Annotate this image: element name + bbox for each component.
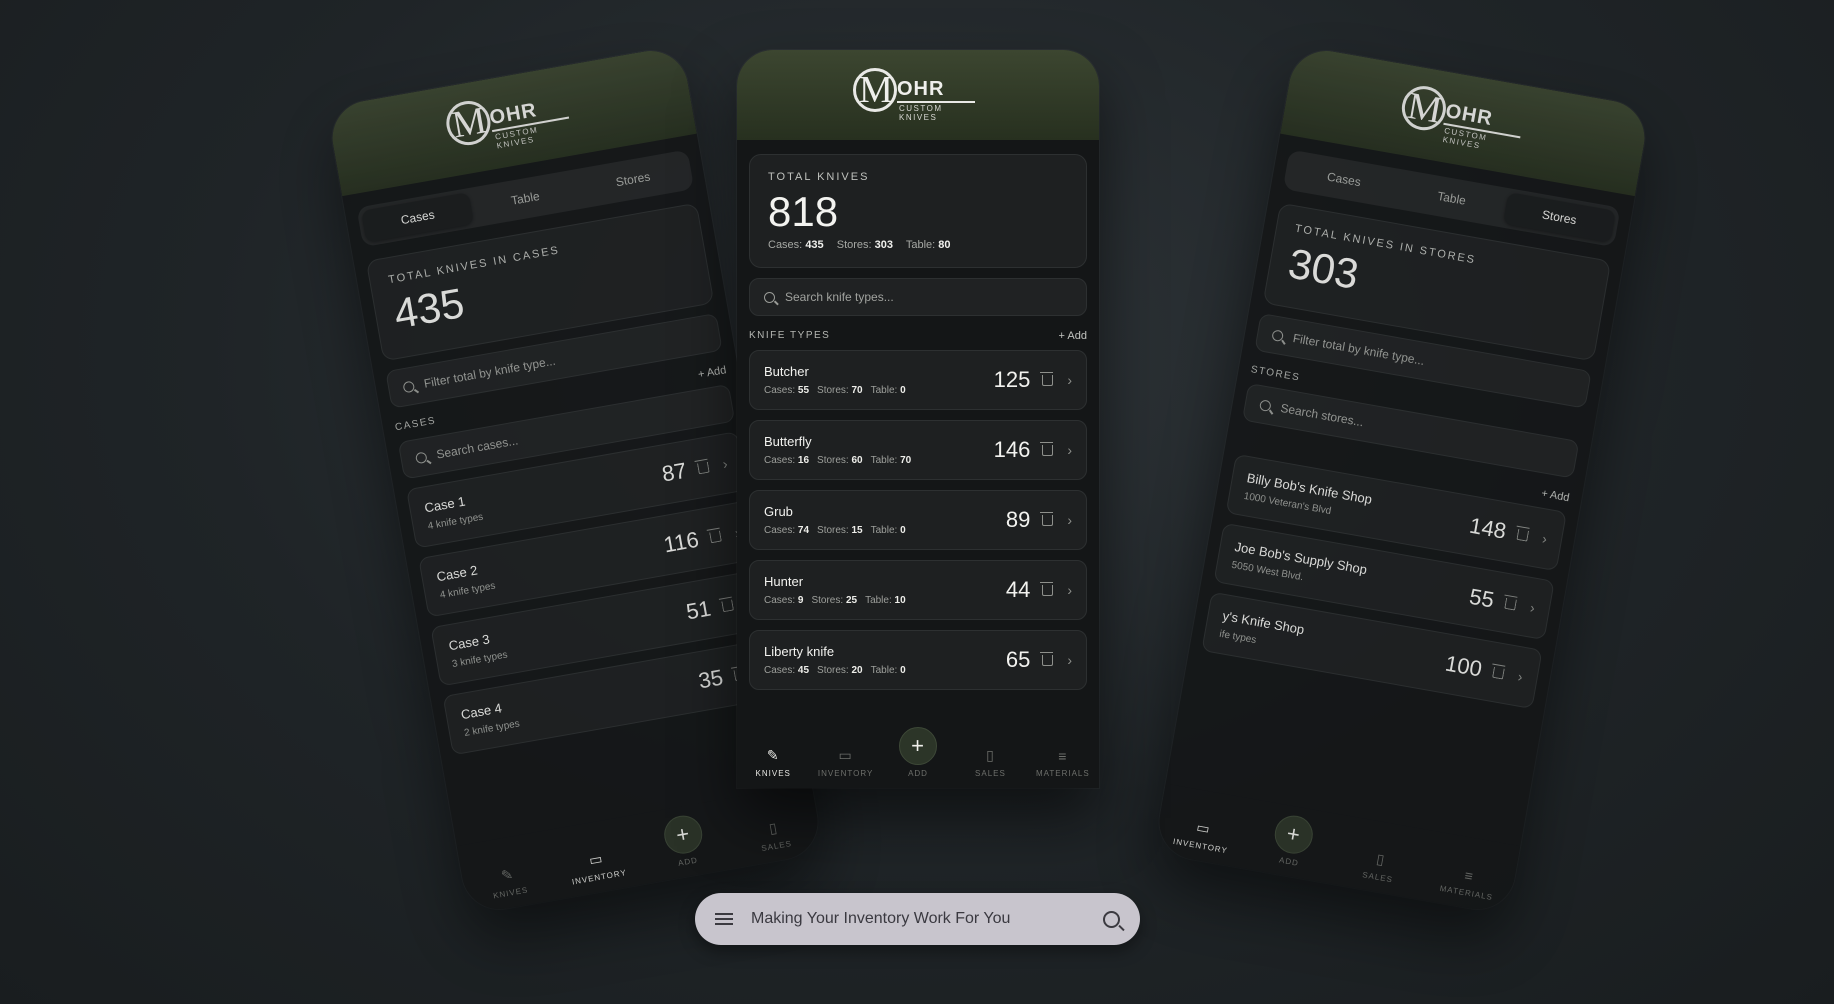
add-fab[interactable]: + [899, 727, 938, 765]
layers-icon: ≡ [1463, 867, 1476, 885]
add-button[interactable]: + Add [697, 364, 727, 381]
tab-table[interactable]: Table [469, 173, 582, 223]
chevron-right-icon[interactable]: › [1067, 652, 1072, 668]
total-breakdown: Cases: 435 Stores: 303 Table: 80 [768, 239, 951, 251]
tab-cases[interactable]: Cases [361, 192, 475, 243]
knife-type-row[interactable]: Grub Cases: 74 Stores: 15 Table: 0 89 › [749, 490, 1087, 550]
tab-stores[interactable]: Stores [576, 154, 689, 204]
brand-logo: M OHR CUSTOM KNIVES [853, 68, 983, 122]
phone-stores: M OHR CUSTOM KNIVES Cases Table Stores T… [1153, 44, 1651, 916]
nav-knives[interactable]: ✎ KNIVES [462, 859, 556, 905]
add-button[interactable]: + Add [1059, 330, 1087, 342]
nav-add[interactable]: + ADD [882, 727, 954, 778]
trash-icon[interactable] [1504, 597, 1518, 611]
search-icon [414, 450, 428, 464]
tab-table[interactable]: Table [1395, 173, 1508, 223]
nav-add[interactable]: + ADD [1244, 808, 1341, 874]
trash-icon[interactable] [1040, 511, 1054, 526]
inventory-icon: ▭ [838, 747, 853, 763]
brand-logo: M OHR CUSTOM KNIVES [1397, 82, 1534, 159]
trash-icon[interactable] [1492, 666, 1506, 680]
menu-icon[interactable] [715, 913, 733, 925]
chevron-right-icon[interactable]: › [1529, 599, 1536, 616]
total-label: TOTAL KNIVES [768, 171, 870, 183]
chevron-right-icon[interactable]: › [1517, 668, 1524, 685]
tagline-search-bar[interactable]: Making Your Inventory Work For You [695, 893, 1140, 945]
search-icon[interactable] [1103, 910, 1120, 928]
add-fab[interactable]: + [1271, 812, 1316, 857]
search-icon [1259, 398, 1272, 412]
trash-icon[interactable] [721, 598, 735, 612]
chevron-right-icon[interactable]: › [1067, 372, 1072, 388]
search-knife-types-input[interactable]: Search knife types... [749, 278, 1087, 316]
nav-inventory[interactable]: ▭ INVENTORY [809, 747, 881, 778]
trash-icon[interactable] [1516, 528, 1530, 542]
search-icon [1271, 328, 1285, 342]
bottom-nav: ▭ INVENTORY + ADD ▯ SALES ≡ MATERIALS [1153, 783, 1521, 916]
chevron-right-icon[interactable]: › [721, 455, 728, 472]
add-button[interactable]: + Add [1540, 487, 1570, 504]
tab-stores[interactable]: Stores [1502, 192, 1616, 243]
brand-logo: M OHR CUSTOM KNIVES [442, 83, 580, 159]
nav-sales[interactable]: ▯ SALES [954, 747, 1026, 778]
receipt-icon: ▯ [767, 819, 780, 837]
nav-materials[interactable]: ≡ MATERIALS [1421, 860, 1515, 905]
receipt-icon: ▯ [986, 747, 995, 763]
knife-type-row[interactable]: Butterfly Cases: 16 Stores: 60 Table: 70 146… [749, 420, 1087, 480]
knife-type-row[interactable]: Liberty knife Cases: 45 Stores: 20 Table: 0… [749, 630, 1087, 690]
knife-type-row[interactable]: Hunter Cases: 9 Stores: 25 Table: 10 44 › [749, 560, 1087, 620]
trash-icon[interactable] [1040, 651, 1054, 666]
trash-icon[interactable] [697, 461, 710, 474]
add-fab[interactable]: + [661, 812, 706, 857]
tab-cases[interactable]: Cases [1287, 154, 1400, 204]
bottom-nav: ✎ KNIVES ▭ INVENTORY + ADD ▯ SALES ≡ MATERIAL… [737, 718, 1099, 788]
section-label: STORES [1249, 364, 1302, 384]
nav-knives[interactable]: ✎ KNIVES [737, 747, 809, 778]
layers-icon: ≡ [1058, 748, 1068, 764]
trash-icon[interactable] [709, 530, 723, 543]
trash-icon[interactable] [1040, 371, 1054, 386]
inventory-icon: ▭ [1195, 818, 1212, 837]
knife-type-row[interactable]: Butcher Cases: 55 Stores: 70 Table: 0 125 › [749, 350, 1087, 410]
receipt-icon: ▯ [1375, 850, 1387, 868]
section-label: CASES [394, 415, 437, 434]
nav-inventory[interactable]: ▭ INVENTORY [1155, 812, 1249, 858]
chevron-right-icon[interactable]: › [1067, 582, 1072, 598]
trash-icon[interactable] [1040, 581, 1054, 596]
app-header: M OHR CUSTOM KNIVES [737, 50, 1099, 140]
search-icon [402, 380, 416, 393]
inventory-icon: ▭ [587, 849, 605, 869]
knife-icon: ✎ [766, 747, 780, 763]
trash-icon[interactable] [1040, 441, 1054, 456]
chevron-right-icon[interactable]: › [1067, 442, 1072, 458]
search-icon [764, 291, 775, 303]
phone-knives: M OHR CUSTOM KNIVES TOTAL KNIVES 818 Cas… [737, 50, 1099, 788]
section-label: KNIFE TYPES [749, 330, 831, 341]
chevron-right-icon[interactable]: › [1541, 530, 1548, 547]
knife-icon: ✎ [499, 865, 516, 884]
chevron-right-icon[interactable]: › [1067, 512, 1072, 528]
nav-sales[interactable]: ▯ SALES [1333, 843, 1427, 889]
nav-materials[interactable]: ≡ MATERIALS [1027, 748, 1099, 778]
total-value: 818 [768, 188, 839, 235]
search-bar-text: Making Your Inventory Work For You [751, 910, 1011, 927]
total-card: TOTAL KNIVES 818 Cases: 435 Stores: 303 … [749, 154, 1087, 268]
nav-add[interactable]: + ADD [636, 808, 733, 874]
nav-sales[interactable]: ▯ SALES [728, 812, 822, 858]
nav-inventory[interactable]: ▭ INVENTORY [550, 843, 644, 889]
